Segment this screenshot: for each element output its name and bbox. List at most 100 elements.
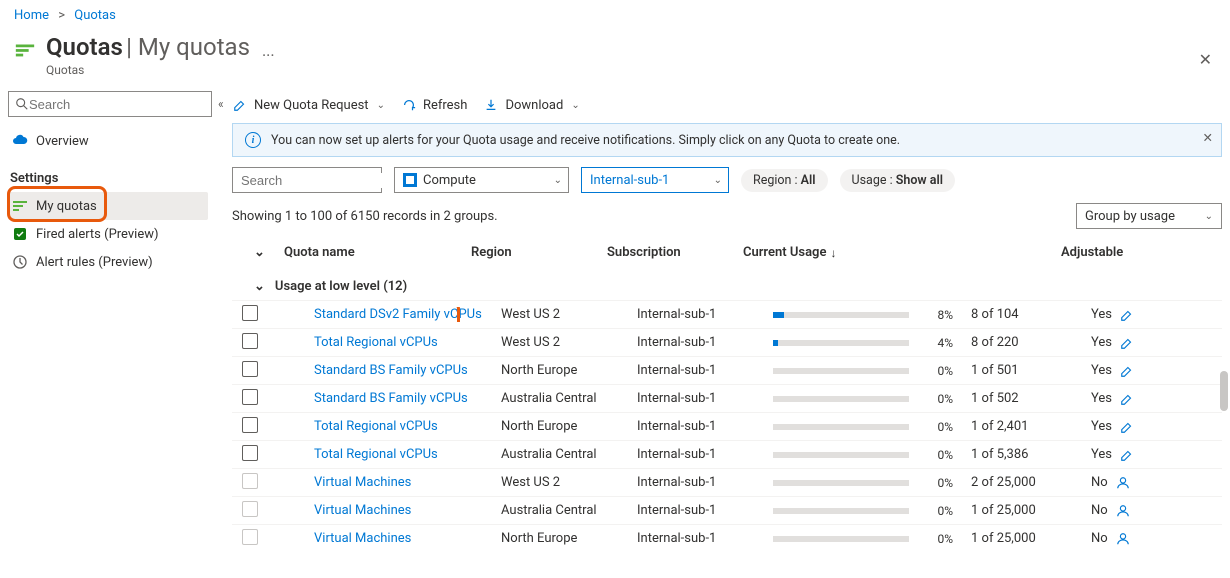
quota-name-cell: Standard DSv2 Family vCPUs	[306, 307, 501, 322]
breadcrumb: Home > Quotas	[0, 0, 1230, 27]
provider-select[interactable]: Compute ⌄	[394, 167, 569, 193]
table-row[interactable]: Virtual MachinesAustralia CentralInterna…	[232, 496, 1222, 524]
row-checkbox[interactable]	[242, 305, 258, 321]
quota-name-cell: Total Regional vCPUs	[306, 447, 501, 462]
sidebar-item-my-quotas[interactable]: My quotas	[8, 192, 208, 220]
sidebar-item-fired-alerts[interactable]: Fired alerts (Preview)	[8, 220, 208, 248]
filter-search-input[interactable]	[241, 173, 417, 188]
usage-bar: 8%	[773, 308, 953, 322]
usage-percent: 0%	[919, 476, 953, 490]
adjustable-value: No	[1091, 531, 1108, 546]
download-icon	[483, 97, 499, 113]
compute-icon	[403, 173, 417, 187]
sidebar-search[interactable]	[8, 91, 212, 117]
usage-of-cell: 1 of 5,386	[971, 447, 1091, 462]
row-checkbox[interactable]	[242, 333, 258, 349]
col-subscription[interactable]: Subscription	[607, 245, 743, 260]
toolbar: New Quota Request⌄ Refresh Download⌄	[232, 91, 1222, 123]
col-region[interactable]: Region	[471, 245, 607, 260]
resource-type: Quotas	[46, 63, 250, 77]
usage-bar: 0%	[773, 532, 953, 546]
adjustable-value: Yes	[1091, 419, 1112, 434]
usage-of-cell: 1 of 502	[971, 391, 1091, 406]
page-subtitle: | My quotas	[126, 33, 250, 61]
edit-icon[interactable]	[1120, 364, 1134, 378]
quota-link[interactable]: Virtual Machines	[314, 531, 411, 546]
quota-name-cell: Standard BS Family vCPUs	[306, 391, 501, 406]
sidebar-item-alert-rules[interactable]: Alert rules (Preview)	[8, 248, 208, 276]
col-adjustable[interactable]: Adjustable	[1061, 245, 1161, 260]
region-cell: North Europe	[501, 419, 637, 434]
adjustable-value: Yes	[1091, 391, 1112, 406]
table-row[interactable]: Standard BS Family vCPUsNorth EuropeInte…	[232, 356, 1222, 384]
download-button[interactable]: Download⌄	[483, 97, 579, 113]
new-quota-request-button[interactable]: New Quota Request⌄	[232, 97, 385, 113]
subscription-cell: Internal-sub-1	[637, 447, 773, 462]
sidebar: « Overview Settings My quotas Fired aler…	[0, 91, 216, 578]
table-row[interactable]: Virtual MachinesNorth EuropeInternal-sub…	[232, 524, 1222, 552]
scrollbar-thumb[interactable]	[1220, 371, 1228, 411]
region-cell: West US 2	[501, 307, 637, 322]
chevron-down-icon: ⌄	[254, 279, 265, 294]
edit-icon[interactable]	[1120, 420, 1134, 434]
adjustable-value: No	[1091, 475, 1108, 490]
breadcrumb-home[interactable]: Home	[14, 8, 49, 23]
person-icon[interactable]	[1116, 532, 1130, 546]
edit-icon[interactable]	[1120, 308, 1134, 322]
row-checkbox	[242, 501, 258, 517]
edit-icon[interactable]	[1120, 336, 1134, 350]
expand-all-toggle[interactable]: ⌄	[232, 245, 276, 260]
quota-name-cell: Total Regional vCPUs	[306, 419, 501, 434]
row-checkbox[interactable]	[242, 361, 258, 377]
sidebar-item-overview[interactable]: Overview	[8, 127, 208, 155]
table-row[interactable]: Standard DSv2 Family vCPUsWest US 2Inter…	[232, 300, 1222, 328]
refresh-button[interactable]: Refresh	[401, 97, 467, 113]
table-row[interactable]: Total Regional vCPUs North EuropeInternal…	[232, 412, 1222, 440]
group-by-select[interactable]: Group by usage ⌄	[1076, 203, 1222, 229]
quota-link[interactable]: Standard DSv2 Family vCPUs	[314, 307, 482, 322]
usage-percent: 0%	[919, 532, 953, 546]
breadcrumb-quotas[interactable]: Quotas	[74, 8, 116, 23]
edit-icon[interactable]	[1120, 448, 1134, 462]
table-row[interactable]: Standard BS Family vCPUsAustralia Centra…	[232, 384, 1222, 412]
quota-link[interactable]: Total Regional vCPUs	[314, 419, 438, 434]
more-button[interactable]: ···	[262, 46, 275, 65]
sidebar-search-input[interactable]	[29, 97, 205, 112]
group-row[interactable]: ⌄ Usage at low level (12)	[232, 269, 1222, 300]
quota-name-cell: Virtual Machines	[306, 503, 501, 518]
quota-link[interactable]: Virtual Machines	[314, 503, 411, 518]
row-checkbox[interactable]	[242, 389, 258, 405]
close-banner-icon[interactable]: ✕	[1203, 130, 1213, 146]
edit-icon[interactable]	[1120, 392, 1134, 406]
row-checkbox[interactable]	[242, 417, 258, 433]
usage-filter-pill[interactable]: Usage : Show all	[840, 169, 955, 192]
table-row[interactable]: Total Regional vCPUsAustralia CentralInt…	[232, 440, 1222, 468]
sidebar-section-settings: Settings	[10, 171, 206, 186]
col-current-usage[interactable]: Current Usage ↓	[743, 245, 941, 260]
subscription-cell: Internal-sub-1	[637, 419, 773, 434]
subscription-cell: Internal-sub-1	[637, 391, 773, 406]
subscription-cell: Internal-sub-1	[637, 475, 773, 490]
quota-link[interactable]: Total Regional vCPUs	[314, 335, 438, 350]
adjustable-value: Yes	[1091, 447, 1112, 462]
col-quota-name[interactable]: Quota name	[276, 245, 471, 260]
quota-link[interactable]: Virtual Machines	[314, 475, 411, 490]
row-checkbox[interactable]	[242, 445, 258, 461]
usage-of-cell: 1 of 25,000	[971, 503, 1091, 518]
filter-search[interactable]	[232, 167, 382, 193]
quota-link[interactable]: Standard BS Family vCPUs	[314, 391, 468, 406]
close-icon[interactable]: ✕	[1195, 46, 1216, 73]
filter-row: Compute ⌄ Internal-sub-1 ⌄ Region : All …	[232, 167, 1222, 193]
table-row[interactable]: Virtual Machines West US 2Internal-sub-1 0…	[232, 468, 1222, 496]
main-content: New Quota Request⌄ Refresh Download⌄ i Y…	[216, 91, 1230, 578]
region-filter-pill[interactable]: Region : All	[741, 169, 828, 192]
subscription-select[interactable]: Internal-sub-1 ⌄	[581, 167, 729, 193]
list-icon	[12, 198, 28, 214]
person-icon[interactable]	[1116, 504, 1130, 518]
table-row[interactable]: Total Regional vCPUsWest US 2Internal-su…	[232, 328, 1222, 356]
quota-link[interactable]: Total Regional vCPUs	[314, 447, 438, 462]
quota-link[interactable]: Standard BS Family vCPUs	[314, 363, 468, 378]
region-cell: West US 2	[501, 475, 637, 490]
sidebar-item-label: Alert rules (Preview)	[36, 255, 153, 270]
person-icon[interactable]	[1116, 476, 1130, 490]
